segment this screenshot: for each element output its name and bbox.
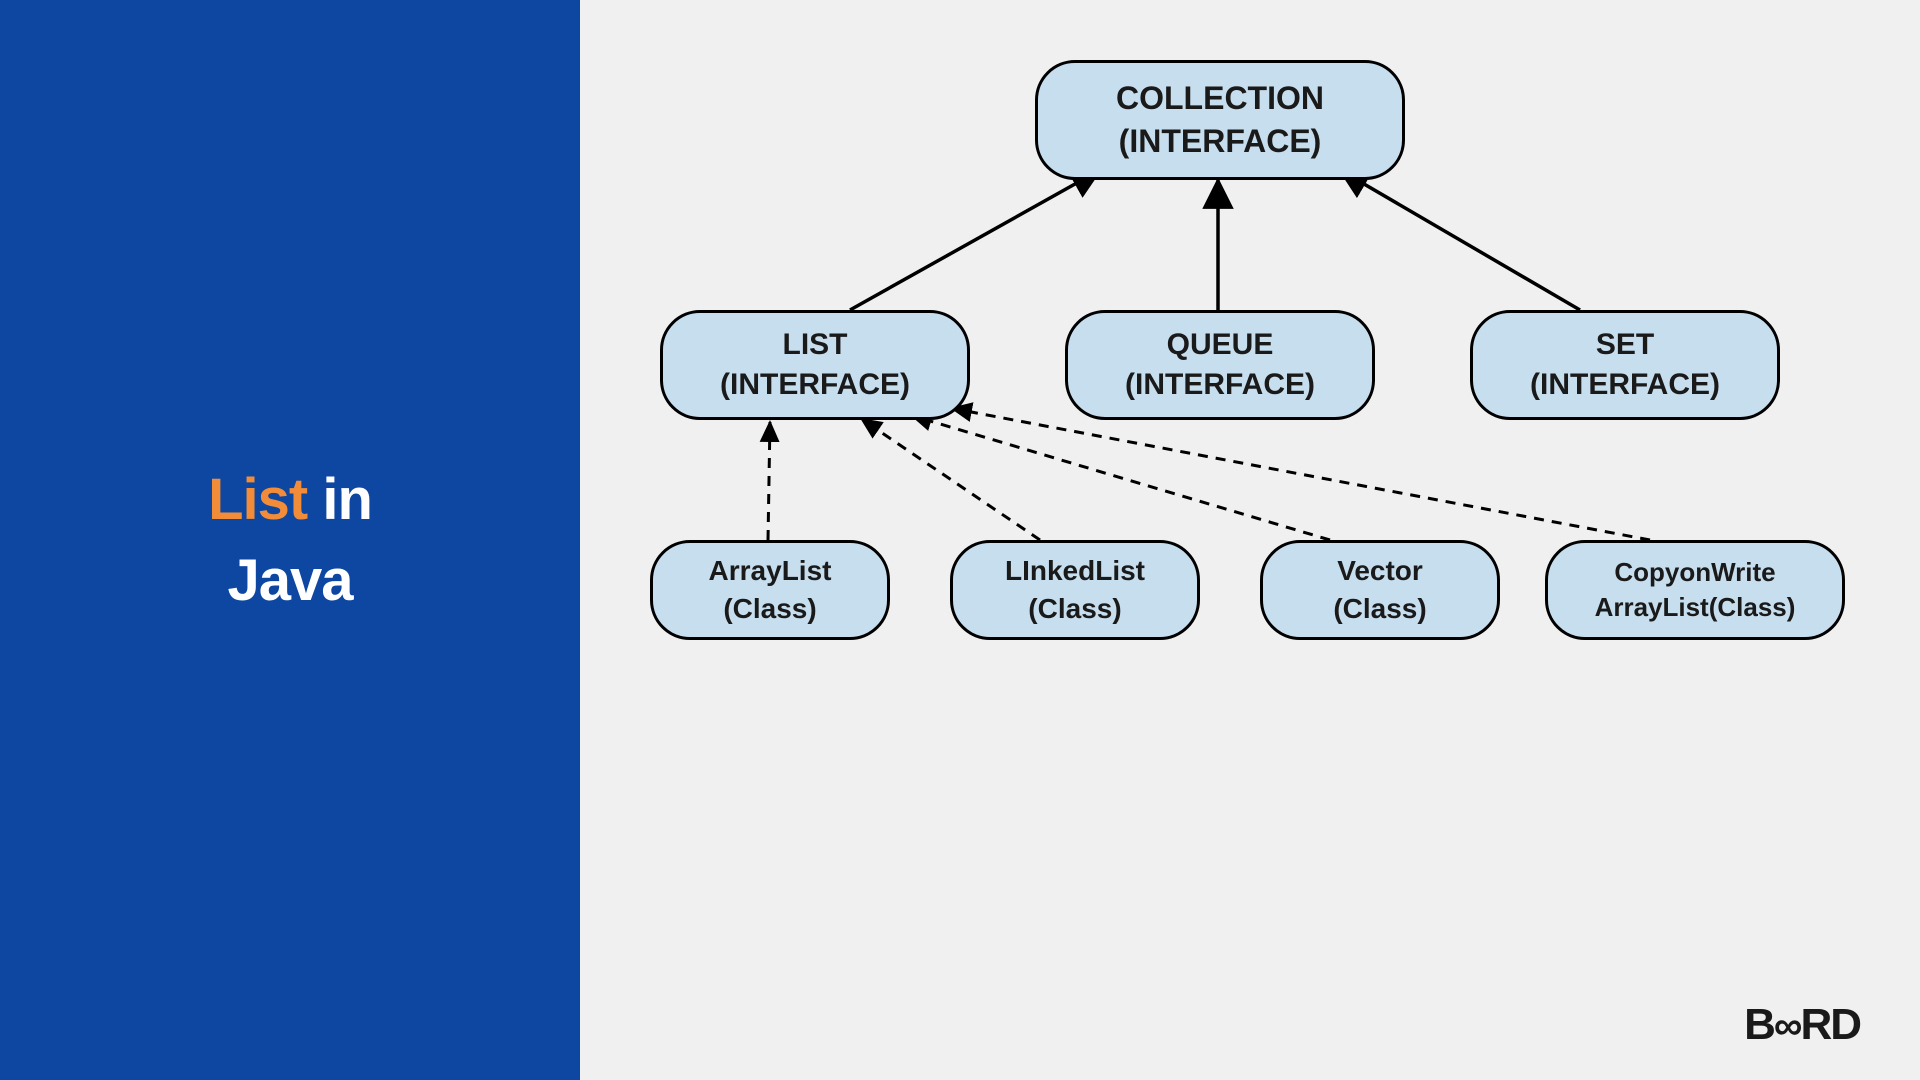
node-set-l2: (INTERFACE) [1530, 368, 1720, 401]
title-line2: Java [227, 548, 352, 613]
node-linkedlist: LInkedList (Class) [950, 540, 1200, 640]
node-collection-l1: COLLECTION [1116, 80, 1324, 116]
edge-cowal-list [950, 408, 1650, 540]
page-title: List in Java [208, 459, 372, 621]
node-queue-l1: QUEUE [1167, 328, 1274, 361]
node-vector-l2: (Class) [1333, 593, 1426, 624]
node-collection: COLLECTION (INTERFACE) [1035, 60, 1405, 180]
node-vector: Vector (Class) [1260, 540, 1500, 640]
node-vector-l1: Vector [1337, 555, 1423, 586]
diagram-area: COLLECTION (INTERFACE) LIST (INTERFACE) … [580, 0, 1920, 1080]
node-cowal-l2: ArrayList(Class) [1595, 592, 1796, 622]
edge-arraylist-list [768, 420, 770, 540]
node-collection-l2: (INTERFACE) [1119, 123, 1322, 159]
node-cowal-l1: CopyonWrite [1614, 557, 1775, 587]
node-list-l2: (INTERFACE) [720, 368, 910, 401]
edge-linkedlist-list [860, 418, 1040, 540]
infinity-icon: ∞ [1774, 1004, 1801, 1049]
node-arraylist-l2: (Class) [723, 593, 816, 624]
node-linkedlist-l1: LInkedList [1005, 555, 1145, 586]
node-arraylist-l1: ArrayList [709, 555, 832, 586]
node-list: LIST (INTERFACE) [660, 310, 970, 420]
title-accent: List [208, 467, 307, 532]
node-list-l1: LIST [783, 328, 848, 361]
brand-logo: B∞RD [1744, 1000, 1860, 1050]
page: List in Java [0, 0, 1920, 1080]
sidebar: List in Java [0, 0, 580, 1080]
logo-part1: B [1744, 1000, 1774, 1050]
node-cowal: CopyonWrite ArrayList(Class) [1545, 540, 1845, 640]
node-queue: QUEUE (INTERFACE) [1065, 310, 1375, 420]
node-linkedlist-l2: (Class) [1028, 593, 1121, 624]
node-arraylist: ArrayList (Class) [650, 540, 890, 640]
edge-vector-list [910, 415, 1330, 540]
node-set: SET (INTERFACE) [1470, 310, 1780, 420]
node-set-l1: SET [1596, 328, 1654, 361]
title-rest-1: in [307, 467, 372, 532]
edge-set-collection [1340, 170, 1580, 310]
node-queue-l2: (INTERFACE) [1125, 368, 1315, 401]
logo-part2: RD [1800, 1000, 1860, 1050]
edge-list-collection [850, 170, 1100, 310]
